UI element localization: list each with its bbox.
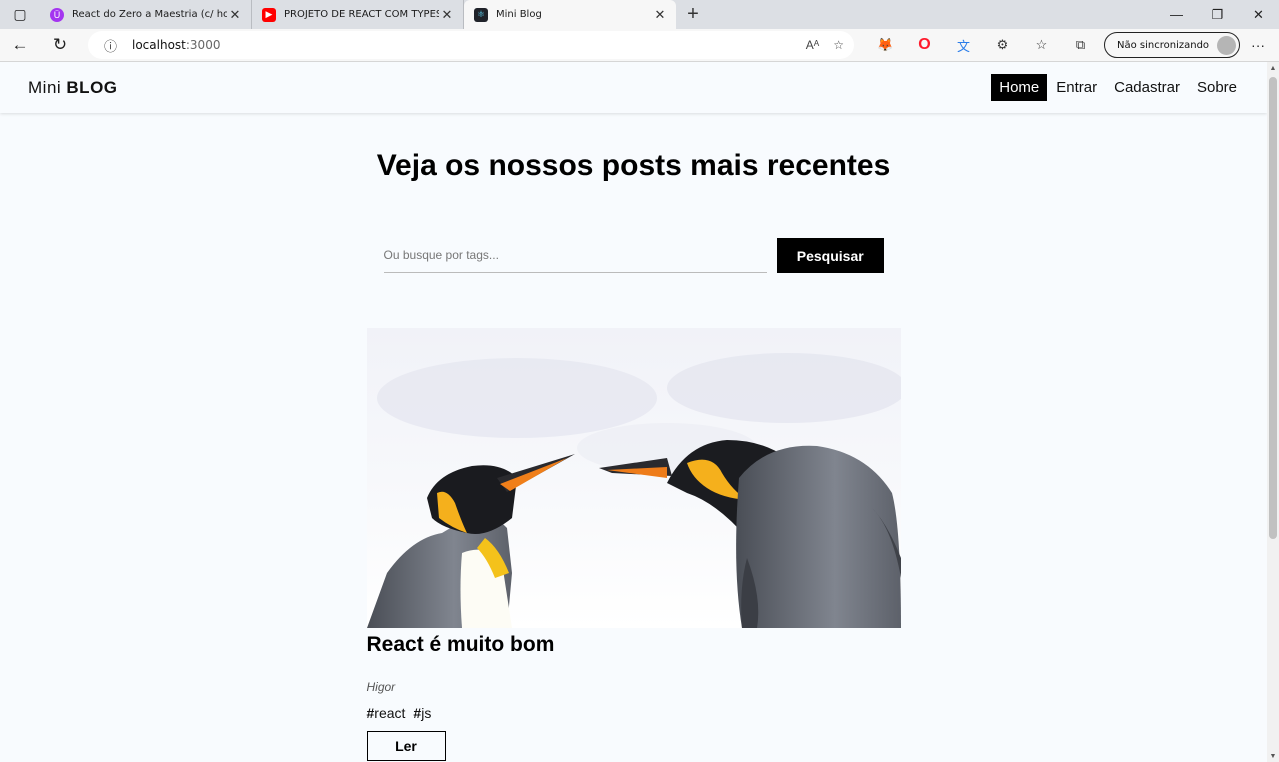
tab-title: React do Zero a Maestria (c/ hoo	[72, 9, 227, 20]
react-favicon-icon: ⚛	[474, 7, 488, 22]
browser-toolbar: ← ↻ ⓘ localhost:3000 Aᴬ ☆ 🦊 O 文 ⚙ ☆ ⧉ Nã…	[0, 29, 1279, 62]
post-author: Higor	[366, 680, 396, 694]
post-title: React é muito bom	[366, 633, 555, 656]
post-image	[366, 328, 901, 628]
page-scrollbar[interactable]: ▲ ▼	[1267, 62, 1279, 762]
favorites-icon[interactable]: ☆	[1022, 29, 1061, 62]
nav-links: Home Entrar Cadastrar Sobre	[990, 74, 1245, 101]
page-title: Veja os nossos posts mais recentes	[376, 149, 891, 182]
metamask-icon[interactable]: 🦊	[866, 29, 905, 62]
url-text: localhost:3000	[132, 38, 221, 52]
post-tag: #js	[413, 705, 432, 721]
udemy-favicon-icon: Ü	[50, 7, 64, 22]
site-brand[interactable]: Mini BLOG	[28, 78, 118, 98]
scroll-up-icon[interactable]: ▲	[1267, 65, 1279, 72]
scroll-down-icon[interactable]: ▼	[1267, 753, 1279, 760]
page-viewport: Mini BLOG Home Entrar Cadastrar Sobre Ve…	[0, 62, 1267, 762]
tab-title: Mini Blog	[496, 9, 542, 20]
home-section: Veja os nossos posts mais recentes Ou bu…	[0, 113, 1267, 761]
nav-link-entrar[interactable]: Entrar	[1048, 74, 1105, 101]
opera-icon[interactable]: O	[905, 29, 944, 62]
browser-tab-strip: ▢ Ü React do Zero a Maestria (c/ hoo ✕ ▶…	[0, 0, 1279, 29]
youtube-favicon-icon: ▶	[262, 7, 276, 22]
add-favorite-icon[interactable]: ☆	[833, 38, 844, 52]
site-navbar: Mini BLOG Home Entrar Cadastrar Sobre	[0, 62, 1267, 113]
tab-actions-icon[interactable]: ▢	[0, 0, 40, 29]
post-tag: #react	[366, 705, 406, 721]
close-tab-icon[interactable]: ✕	[439, 7, 455, 23]
close-tab-icon[interactable]: ✕	[227, 7, 243, 23]
post-card: React é muito bom Higor #react #js Ler	[366, 328, 901, 761]
read-post-button[interactable]: Ler	[366, 731, 446, 761]
nav-link-home[interactable]: Home	[991, 74, 1048, 101]
address-bar[interactable]: ⓘ localhost:3000 Aᴬ ☆	[88, 31, 854, 59]
close-tab-icon[interactable]: ✕	[652, 7, 668, 23]
search-form: Ou busque por tags... Pesquisar	[383, 238, 884, 273]
minimize-icon[interactable]: —	[1156, 0, 1197, 29]
more-options-icon[interactable]: ···	[1240, 37, 1276, 53]
collections-icon[interactable]: ⧉	[1061, 29, 1100, 62]
site-info-icon[interactable]: ⓘ	[104, 36, 122, 55]
post-tags: #react #js	[367, 705, 901, 721]
restore-icon[interactable]: ❐	[1197, 0, 1238, 29]
search-input[interactable]: Ou busque por tags...	[383, 239, 767, 273]
profile-button[interactable]: Não sincronizando	[1104, 32, 1241, 58]
nav-link-sobre[interactable]: Sobre	[1189, 74, 1245, 101]
window-controls: — ❐ ✕	[1156, 0, 1279, 29]
avatar	[1217, 35, 1237, 55]
search-button[interactable]: Pesquisar	[776, 238, 884, 273]
scrollbar-thumb[interactable]	[1269, 77, 1277, 539]
tab-title: PROJETO DE REACT COM TYPESC	[284, 9, 439, 20]
reload-icon[interactable]: ↻	[40, 29, 80, 62]
close-window-icon[interactable]: ✕	[1238, 0, 1279, 29]
browser-tab-youtube[interactable]: ▶ PROJETO DE REACT COM TYPESC ✕	[252, 0, 464, 29]
read-aloud-icon[interactable]: Aᴬ	[806, 38, 819, 52]
profile-label: Não sincronizando	[1117, 39, 1210, 51]
browser-tab-mini-blog[interactable]: ⚛ Mini Blog ✕	[464, 0, 676, 29]
extensions-icon[interactable]: ⚙	[983, 29, 1022, 62]
search-placeholder: Ou busque por tags...	[383, 248, 499, 262]
translate-icon[interactable]: 文	[944, 29, 983, 62]
new-tab-icon[interactable]: +	[676, 0, 710, 29]
nav-link-cadastrar[interactable]: Cadastrar	[1106, 74, 1188, 101]
browser-tab-udemy[interactable]: Ü React do Zero a Maestria (c/ hoo ✕	[40, 0, 252, 29]
back-icon[interactable]: ←	[0, 29, 40, 62]
